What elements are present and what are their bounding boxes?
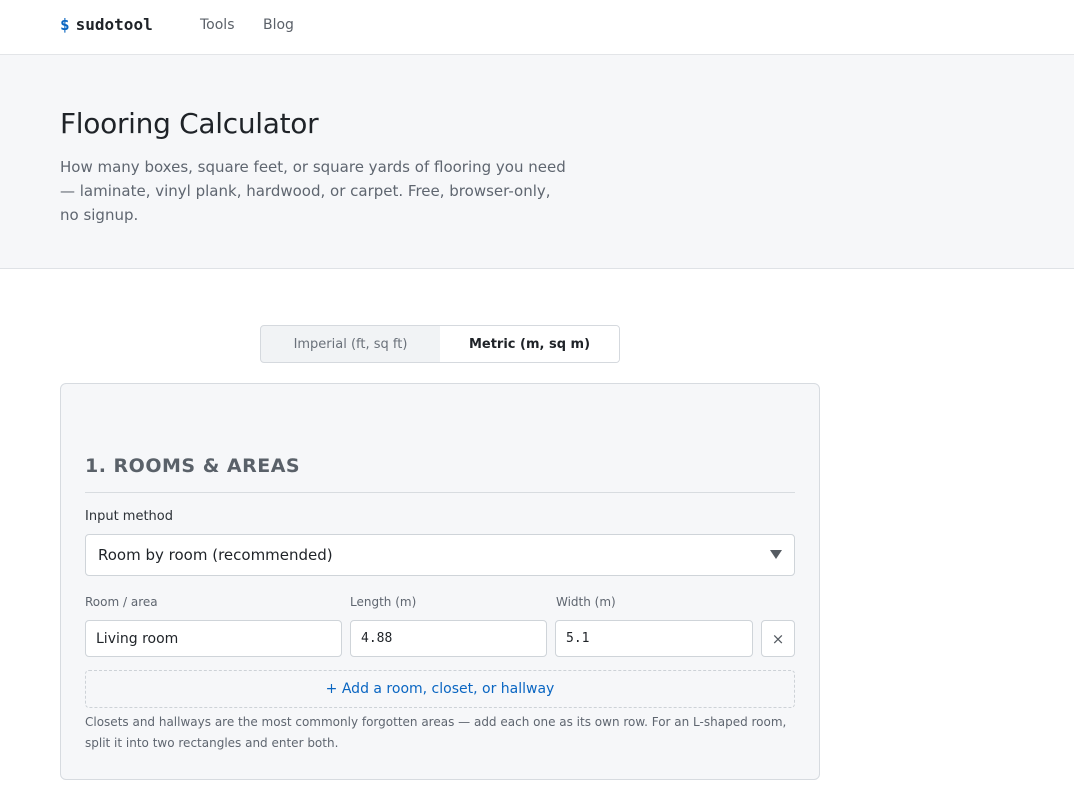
nav-link-tools[interactable]: Tools — [200, 17, 235, 33]
unit-toggle: Imperial (ft, sq ft) Metric (m, sq m) — [260, 325, 620, 363]
remove-room-button[interactable]: × — [761, 620, 795, 657]
room-width-value: 5.1 — [566, 631, 590, 646]
add-room-button[interactable]: + Add a room, closet, or hallway — [85, 670, 795, 708]
unit-option-imperial[interactable]: Imperial (ft, sq ft) — [261, 326, 440, 362]
input-method-value: Room by room (recommended) — [98, 546, 333, 564]
column-header-room: Room / area — [85, 595, 158, 609]
logo-text: sudotool — [75, 15, 153, 34]
hero-section: Flooring Calculator How many boxes, squa… — [0, 55, 1074, 269]
rooms-hint: Closets and hallways are the most common… — [85, 715, 787, 750]
chevron-down-icon — [770, 550, 782, 559]
column-header-width: Width (m) — [556, 595, 616, 609]
logo-prompt-symbol: $ — [60, 15, 70, 34]
top-nav: $ sudotool Tools Blog — [0, 0, 1074, 55]
room-name-value: Living room — [96, 630, 179, 647]
section-divider — [85, 492, 795, 493]
room-width-input[interactable]: 5.1 — [555, 620, 753, 657]
section-title-rooms: 1. ROOMS & AREAS — [85, 455, 301, 477]
close-icon: × — [771, 629, 785, 648]
room-length-value: 4.88 — [361, 631, 393, 646]
column-header-length: Length (m) — [350, 595, 417, 609]
input-method-label: Input method — [85, 509, 173, 524]
site-logo[interactable]: $ sudotool — [60, 15, 153, 34]
input-method-select[interactable]: Room by room (recommended) — [85, 534, 795, 576]
room-length-input[interactable]: 4.88 — [350, 620, 547, 657]
unit-option-metric[interactable]: Metric (m, sq m) — [440, 326, 619, 362]
room-name-input[interactable]: Living room — [85, 620, 342, 657]
nav-link-blog[interactable]: Blog — [263, 17, 294, 33]
page-title: Flooring Calculator — [60, 107, 319, 140]
page-description: How many boxes, square feet, or square y… — [60, 158, 566, 224]
rooms-card: 1. ROOMS & AREAS Input method Room by ro… — [60, 383, 820, 780]
